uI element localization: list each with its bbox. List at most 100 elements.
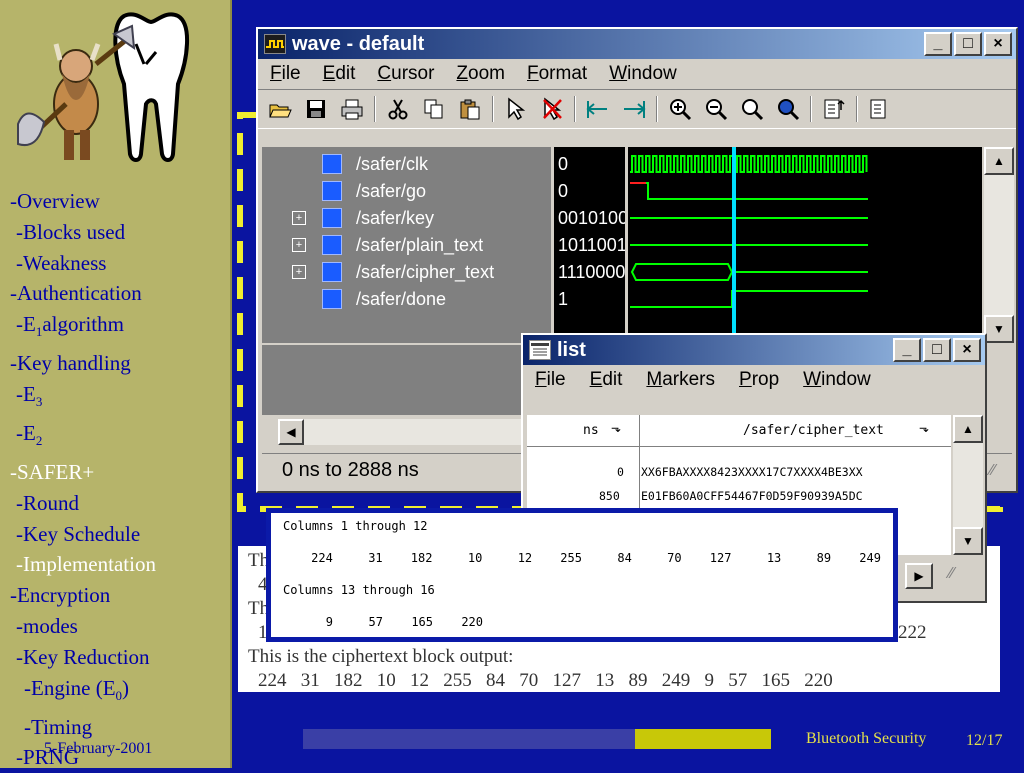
- zoom-full-icon[interactable]: [774, 95, 802, 123]
- outline-item[interactable]: -modes: [10, 611, 230, 642]
- cursor-next-icon[interactable]: [620, 95, 648, 123]
- list-col-ns[interactable]: ns: [583, 423, 599, 438]
- outline-item[interactable]: -Round: [10, 488, 230, 519]
- expand-plus-icon[interactable]: +: [292, 265, 306, 279]
- outline-item[interactable]: -SAFER+: [10, 457, 230, 488]
- footer-title: Bluetooth Security: [806, 730, 927, 747]
- expand-plus-icon[interactable]: +: [292, 211, 306, 225]
- matlab-value: 165: [411, 615, 433, 629]
- outline-item[interactable]: -Timing: [10, 712, 230, 743]
- list-menu-markers[interactable]: Markers: [646, 369, 715, 391]
- copy-icon[interactable]: [420, 95, 448, 123]
- wave-vertical-scrollbar[interactable]: ▲ ▼: [984, 147, 1014, 343]
- list-menu-edit[interactable]: Edit: [590, 369, 623, 391]
- matlab-value: 13: [766, 551, 782, 565]
- resize-grip-icon[interactable]: ⁄⁄: [990, 462, 995, 480]
- outline-item[interactable]: -E2: [10, 418, 230, 457]
- outline-item[interactable]: -Implementation: [10, 549, 230, 580]
- list-row-value: XX6FBAXXXX8423XXXX17C7XXXX4BE3XX: [641, 465, 863, 479]
- signal-row[interactable]: /safer/clk: [262, 151, 551, 177]
- outline-item[interactable]: -Weakness: [10, 248, 230, 279]
- wave-menu-format[interactable]: Format: [527, 63, 587, 85]
- done-wave: [630, 290, 868, 308]
- wave-menu-file[interactable]: File: [270, 63, 301, 85]
- outline-item[interactable]: -Encryption: [10, 580, 230, 611]
- outline-item[interactable]: -Authentication: [10, 278, 230, 309]
- outline-item[interactable]: -E3: [10, 379, 230, 418]
- list-maximize-button[interactable]: □: [923, 338, 951, 362]
- signal-row[interactable]: + /safer/key: [262, 205, 551, 231]
- list-row-value: E01FB60A0CFF54467F0D59F90939A5DC: [641, 489, 863, 503]
- signal-row[interactable]: /safer/go: [262, 178, 551, 204]
- paper-line-4-suffix: 222: [898, 622, 927, 643]
- signal-marker-icon: [322, 262, 342, 282]
- slide-date: 5-February-2001: [44, 740, 153, 757]
- wave-menu-window[interactable]: Window: [609, 63, 677, 85]
- scroll-right-icon[interactable]: ▶: [905, 563, 933, 589]
- scroll-down-icon[interactable]: ▼: [953, 527, 983, 555]
- signal-row[interactable]: + /safer/plain_text: [262, 232, 551, 258]
- resize-grip-icon[interactable]: ⁄⁄: [949, 565, 954, 583]
- scroll-down-icon[interactable]: ▼: [984, 315, 1014, 343]
- list-titlebar[interactable]: list _ □ ×: [523, 335, 985, 365]
- cursor-prev-icon[interactable]: [584, 95, 612, 123]
- zoom-out-icon[interactable]: [702, 95, 730, 123]
- wave-menu-cursor[interactable]: Cursor: [377, 63, 434, 85]
- scroll-left-icon[interactable]: ◀: [278, 419, 304, 445]
- matlab-value: 9: [325, 615, 333, 629]
- matlab-values-2: 9 57 165 220: [283, 615, 881, 631]
- list-menubar: File Edit Markers Prop Window: [523, 365, 985, 395]
- wave-close-button[interactable]: ×: [984, 32, 1012, 56]
- wave-minimize-button[interactable]: _: [924, 32, 952, 56]
- wave-menu-zoom[interactable]: Zoom: [456, 63, 505, 85]
- add-icon[interactable]: [820, 95, 848, 123]
- outline-item[interactable]: -Overview: [10, 186, 230, 217]
- list-menu-prop[interactable]: Prop: [739, 369, 779, 391]
- list-menu-file[interactable]: File: [535, 369, 566, 391]
- outline-item[interactable]: -Engine (E0): [10, 673, 230, 712]
- outline-item[interactable]: -Key Schedule: [10, 519, 230, 550]
- wave-titlebar[interactable]: wave - default _ □ ×: [258, 29, 1016, 59]
- cut-icon[interactable]: [384, 95, 412, 123]
- open-folder-icon[interactable]: [266, 95, 294, 123]
- signal-waveform-pane[interactable]: [628, 147, 982, 343]
- list-menu-window[interactable]: Window: [803, 369, 871, 391]
- delete-cursor-icon[interactable]: [538, 95, 566, 123]
- print-icon[interactable]: [338, 95, 366, 123]
- expand-plus-icon[interactable]: +: [292, 238, 306, 252]
- signal-name: /safer/done: [356, 288, 447, 309]
- toolbar-separator: [374, 96, 376, 122]
- list-vertical-scrollbar[interactable]: ▲ ▼: [953, 415, 983, 555]
- footer-bar-yellow: [635, 729, 771, 749]
- wave-toolbar: [258, 89, 1016, 129]
- outline-item[interactable]: -Key Reduction: [10, 642, 230, 673]
- signal-value: 11100001: [558, 261, 628, 282]
- matlab-value: 255: [560, 551, 582, 565]
- wave-maximize-button[interactable]: □: [954, 32, 982, 56]
- scroll-up-icon[interactable]: ▲: [984, 147, 1014, 175]
- save-icon[interactable]: [302, 95, 330, 123]
- list-icon[interactable]: [866, 95, 894, 123]
- zoom-in-icon[interactable]: [666, 95, 694, 123]
- signal-value: 00101001: [558, 207, 628, 228]
- list-title: list: [557, 338, 586, 361]
- list-col-signal[interactable]: /safer/cipher_text: [743, 423, 884, 438]
- list-minimize-button[interactable]: _: [893, 338, 921, 362]
- outline-item[interactable]: -E1algorithm: [10, 309, 230, 348]
- go-wave: [630, 182, 868, 200]
- list-close-button[interactable]: ×: [953, 338, 981, 362]
- wave-menu-edit[interactable]: Edit: [323, 63, 356, 85]
- zoom-fit-icon[interactable]: [738, 95, 766, 123]
- matlab-value: 57: [368, 615, 383, 629]
- outline-item[interactable]: -Key handling: [10, 348, 230, 379]
- signal-value: 0: [558, 180, 569, 201]
- signal-row[interactable]: /safer/done: [262, 286, 551, 312]
- outline-item[interactable]: -Blocks used: [10, 217, 230, 248]
- paste-icon[interactable]: [456, 95, 484, 123]
- select-arrow-icon[interactable]: [502, 95, 530, 123]
- signal-row[interactable]: + /safer/cipher_text: [262, 259, 551, 285]
- scroll-up-icon[interactable]: ▲: [953, 415, 983, 443]
- viking-icon: [17, 12, 190, 162]
- signal-name: /safer/key: [356, 207, 435, 228]
- outline-nav: -Overview -Blocks used -Weakness -Authentic…: [10, 186, 230, 773]
